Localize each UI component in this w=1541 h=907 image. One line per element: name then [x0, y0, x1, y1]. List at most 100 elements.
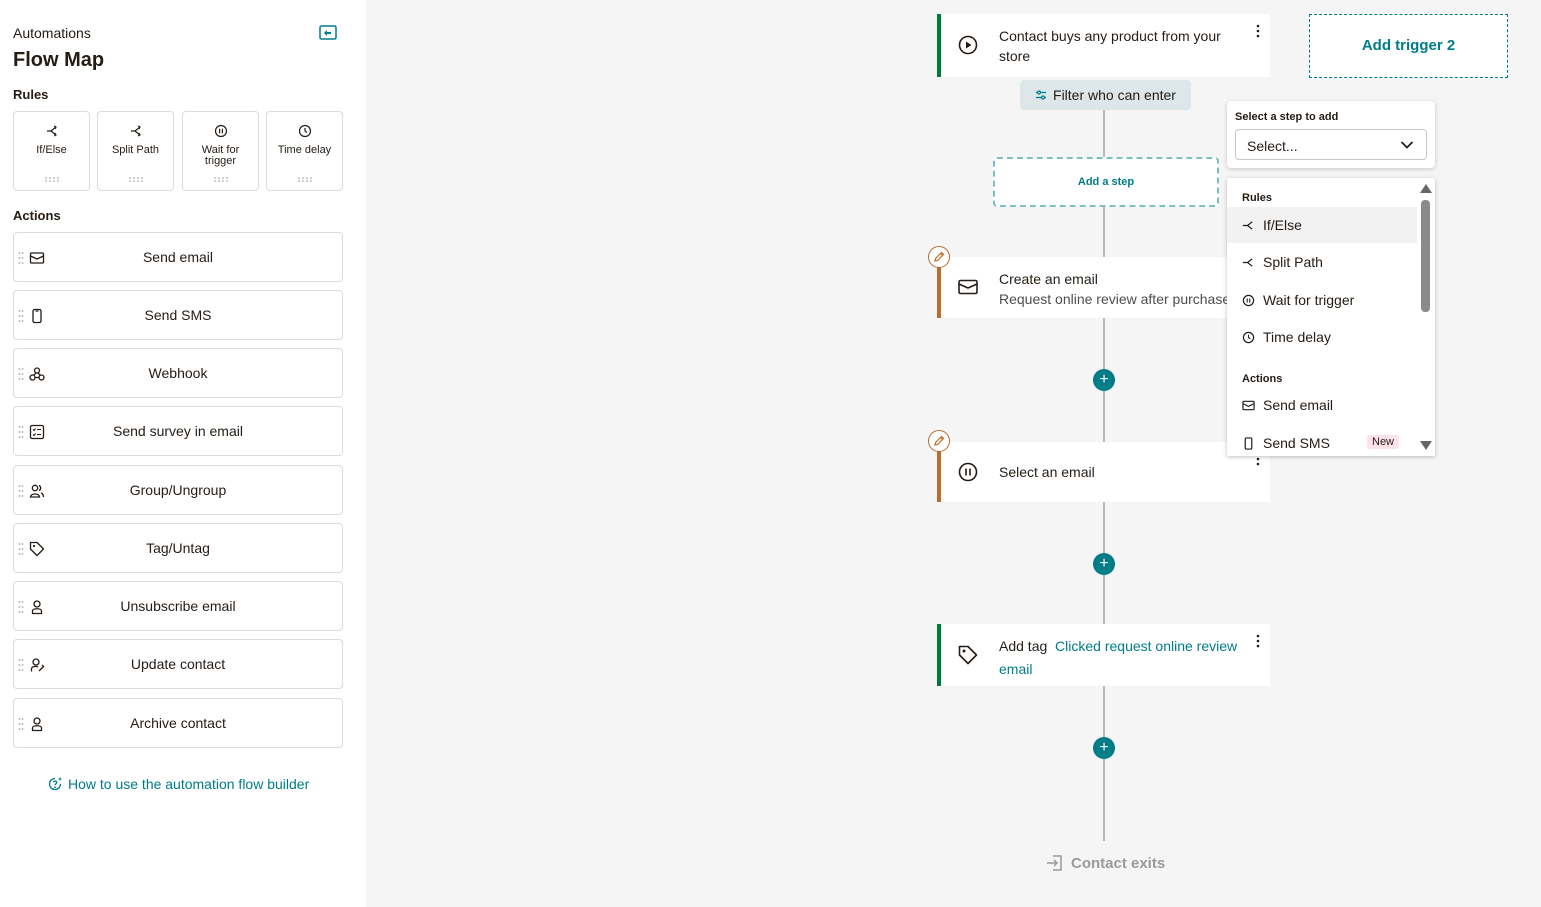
step-text: Add tag Clicked request online review em… — [999, 635, 1249, 681]
action-card-send-survey[interactable]: Send survey in email — [13, 406, 343, 456]
select-label: Select a step to add — [1235, 111, 1339, 123]
dropdown-item-label: If/Else — [1263, 217, 1302, 233]
step-node-add-tag[interactable]: Add tag Clicked request online review em… — [937, 624, 1270, 686]
action-label: Unsubscribe email — [120, 598, 236, 614]
dropdown-item-label: Time delay — [1263, 329, 1331, 345]
action-card-send-sms[interactable]: Send SMS — [13, 290, 343, 340]
action-card-tag-untag[interactable]: Tag/Untag — [13, 523, 343, 573]
step-dropdown: Rules If/Else Split Path Wait for trigge… — [1227, 178, 1435, 456]
edit-badge[interactable] — [928, 246, 950, 268]
new-badge: New — [1367, 435, 1400, 449]
dropdown-group-rules: Rules — [1242, 192, 1272, 204]
split-icon — [1242, 258, 1253, 267]
rules-heading: Rules — [13, 87, 49, 102]
add-step-plus-button[interactable]: + — [1093, 553, 1115, 575]
filter-button[interactable]: Filter who can enter — [1020, 80, 1191, 110]
step-node-create-email[interactable]: Create an email Request online review af… — [937, 257, 1270, 318]
action-card-update-contact[interactable]: Update contact — [13, 639, 343, 689]
scroll-down-arrow-icon[interactable] — [1419, 440, 1433, 452]
help-link-label: How to use the automation flow builder — [68, 776, 310, 792]
action-card-unsubscribe-email[interactable]: Unsubscribe email — [13, 581, 343, 631]
envelope-icon — [958, 279, 978, 295]
dropdown-item-wait-for-trigger[interactable]: Wait for trigger — [1227, 282, 1417, 318]
action-label: Tag/Untag — [146, 540, 210, 556]
connector-line — [1103, 110, 1105, 157]
drag-handle-icon — [128, 177, 143, 182]
add-step-placeholder[interactable]: Add a step — [993, 157, 1219, 207]
dropdown-item-if-else[interactable]: If/Else — [1227, 207, 1417, 243]
rule-card-time-delay[interactable]: Time delay — [266, 111, 343, 191]
action-label: Group/Ungroup — [129, 482, 227, 498]
rules-list: If/Else Split Path Wait for trigger Time… — [13, 111, 343, 191]
drag-handle-icon — [44, 177, 59, 182]
trigger-node[interactable]: Contact buys any product from your store — [937, 14, 1270, 77]
action-label: Archive contact — [130, 715, 226, 731]
more-options-icon[interactable] — [1256, 24, 1260, 38]
dropdown-item-send-sms[interactable]: Send SMS New — [1227, 425, 1417, 456]
collapse-panel-icon[interactable] — [319, 25, 337, 40]
page-title: Flow Map — [13, 49, 105, 71]
scroll-up-arrow-icon[interactable] — [1419, 182, 1433, 194]
action-label: Send survey in email — [113, 423, 243, 439]
exit-label: Contact exits — [1071, 855, 1166, 872]
action-card-webhook[interactable]: Webhook — [13, 348, 343, 398]
rule-card-wait-for-trigger[interactable]: Wait for trigger — [182, 111, 259, 191]
tag-icon — [958, 645, 978, 665]
envelope-icon — [1242, 400, 1255, 411]
help-link[interactable]: How to use the automation flow builder — [47, 776, 309, 792]
rule-label: Time delay — [277, 144, 332, 156]
filter-sliders-icon — [1036, 90, 1047, 100]
pencil-icon — [934, 251, 945, 262]
breadcrumb[interactable]: Automations — [13, 25, 91, 41]
chevron-down-icon — [1400, 141, 1414, 149]
add-step-plus-button[interactable]: + — [1093, 369, 1115, 391]
dropdown-item-split-path[interactable]: Split Path — [1227, 244, 1417, 280]
trigger-text: Contact buys any product from your store — [999, 28, 1221, 64]
clock-icon — [298, 124, 311, 138]
edit-badge[interactable] — [928, 430, 950, 452]
add-trigger-button[interactable]: Add trigger 2 — [1309, 14, 1508, 78]
action-label: Send email — [142, 249, 214, 265]
dropdown-item-label: Send SMS — [1263, 435, 1330, 451]
action-card-group-ungroup[interactable]: Group/Ungroup — [13, 465, 343, 515]
action-card-archive-contact[interactable]: Archive contact — [13, 698, 343, 748]
rule-label: Split Path — [111, 144, 160, 156]
split-icon — [1242, 221, 1253, 230]
step-node-select-email[interactable]: Select an email — [937, 442, 1270, 502]
clock-icon — [1242, 331, 1255, 344]
dropdown-item-send-email[interactable]: Send email — [1227, 387, 1417, 423]
exit-icon — [1047, 855, 1062, 871]
more-options-icon[interactable] — [1256, 634, 1260, 648]
action-card-send-email[interactable]: Send email — [13, 232, 343, 282]
dropdown-item-label: Send email — [1263, 397, 1334, 413]
action-label: Update contact — [130, 656, 226, 672]
select-value: Select... — [1247, 138, 1298, 154]
dropdown-item-time-delay[interactable]: Time delay — [1227, 319, 1417, 355]
play-circle-icon — [958, 35, 978, 55]
rule-label: Wait for trigger — [201, 144, 240, 167]
connector-line — [1103, 686, 1105, 841]
step-select[interactable]: Select... — [1235, 129, 1427, 160]
drag-handle-icon — [213, 177, 228, 182]
phone-icon — [1244, 437, 1253, 450]
pencil-icon — [934, 435, 945, 446]
rule-card-split-path[interactable]: Split Path — [97, 111, 174, 191]
drag-handle-icon — [297, 177, 312, 182]
split-icon — [130, 125, 141, 137]
help-icon — [48, 777, 62, 791]
rule-card-if-else[interactable]: If/Else — [13, 111, 90, 191]
add-step-plus-button[interactable]: + — [1093, 737, 1115, 759]
step-select-popup: Select a step to add Select... — [1227, 101, 1435, 168]
dropdown-item-label: Wait for trigger — [1263, 292, 1355, 308]
connector-line — [1103, 207, 1105, 257]
dropdown-item-label: Split Path — [1263, 254, 1323, 270]
step-title: Select an email — [999, 464, 1095, 480]
dropdown-group-actions: Actions — [1242, 373, 1283, 385]
filter-label: Filter who can enter — [1053, 87, 1176, 103]
split-icon — [46, 125, 57, 137]
rule-label: If/Else — [36, 144, 67, 156]
action-label: Webhook — [148, 365, 208, 381]
actions-heading: Actions — [13, 208, 61, 223]
dropdown-scrollbar[interactable] — [1421, 200, 1430, 312]
step-prefix: Add tag — [999, 638, 1048, 654]
